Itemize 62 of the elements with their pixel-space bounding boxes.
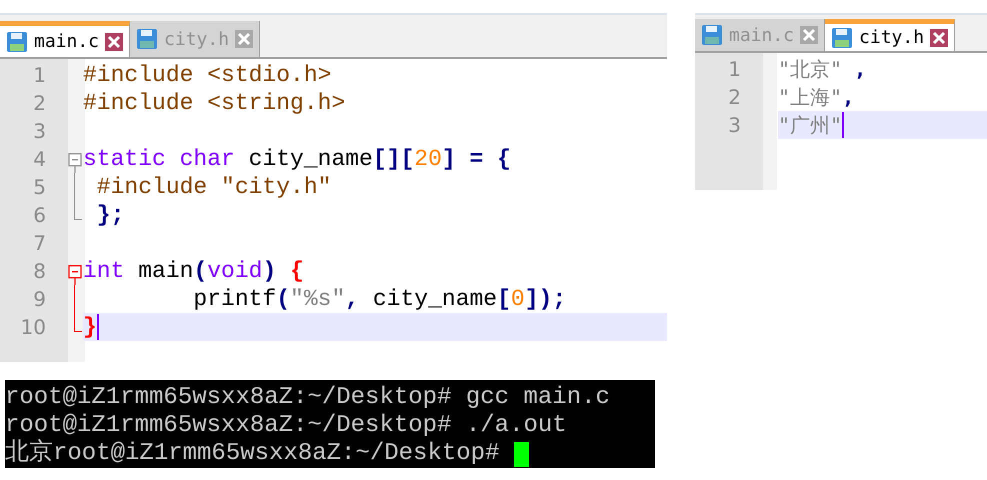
code-token: ] = { [442,146,511,172]
save-icon [136,28,158,50]
line-number: 3 [32,119,46,143]
line-number: 2 [32,91,46,115]
code-token: , [345,286,360,312]
close-icon[interactable] [105,32,124,50]
code-token: void [207,258,262,284]
code-token: [ [497,286,511,312]
save-icon [831,26,854,48]
code-token: , [854,57,866,81]
code-token: }; [96,202,124,228]
code-token: 20 [414,146,442,172]
code-token: "%s" [290,286,346,312]
code-token: #include <string.h> [83,90,346,116]
shell-command: gcc main.c [466,384,610,412]
line-number: 10 [20,315,46,339]
line-number: 3 [727,113,741,137]
close-icon[interactable] [235,30,254,48]
code-token: { [290,258,304,284]
text-cursor [842,112,844,138]
save-icon [701,24,723,46]
line-number: 1 [32,63,46,87]
code-token: city_name [372,286,498,312]
code-token: main [138,258,194,284]
close-icon[interactable] [800,26,818,44]
code-token: "北京" [778,56,844,82]
fold-toggle-icon[interactable] [68,265,82,285]
line-number: 9 [32,287,46,311]
code-token: "广州" [778,112,842,138]
file-tab[interactable]: main.c [0,21,130,57]
file-tab[interactable]: city.h [825,19,956,51]
code-token: static char [83,146,236,172]
shell-prompt: root@iZ1rmm65wsxx8aZ:~/Desktop# [53,440,500,468]
line-number: 6 [32,203,46,227]
fold-toggle-icon[interactable] [68,153,82,173]
text-cursor [96,314,99,340]
code-token: } [83,314,97,340]
code-token: city_name [248,146,373,172]
code-token: printf [192,286,276,312]
line-number: 1 [727,57,741,81]
shell-prompt: root@iZ1rmm65wsxx8aZ:~/Desktop# [5,412,452,439]
code-token: [][ [372,146,414,172]
shell-command: ./a.out [466,412,567,440]
shell-prompt: root@iZ1rmm65wsxx8aZ:~/Desktop# [5,384,452,412]
line-number: 7 [32,231,46,255]
code-token: , [842,85,854,109]
code-token: ) [262,258,278,284]
code-token: ( [276,286,290,312]
code-token: #include <stdio.h> [83,62,332,88]
line-number: 8 [32,259,46,283]
line-number: 5 [32,175,46,199]
code-token: #include "city.h" [96,174,332,200]
save-icon [6,30,28,52]
code-token: ( [193,258,208,284]
line-number: 4 [32,147,46,171]
code-token: int [83,258,126,284]
code-token: 0 [510,286,525,312]
program-output: 北京 [5,440,53,468]
line-number: 2 [727,85,741,109]
code-token: ]); [524,286,566,312]
close-icon[interactable] [930,28,948,46]
code-token: "上海" [778,84,842,110]
